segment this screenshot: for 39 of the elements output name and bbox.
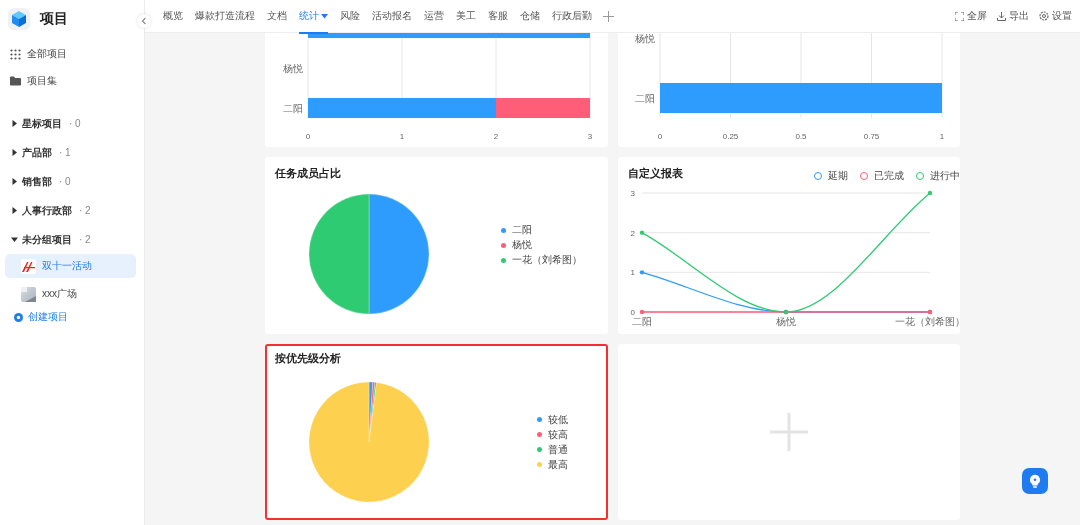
card-title: 自定义报表 bbox=[627, 166, 683, 181]
axis-label: 二阳 bbox=[283, 103, 303, 114]
tick-label: 0.25 bbox=[722, 132, 739, 141]
tick-label: 0.5 bbox=[795, 132, 807, 141]
axis-label: 二阳 bbox=[632, 316, 652, 327]
legend-label: 进行中 bbox=[930, 169, 960, 183]
legend-label: 已完成 bbox=[874, 169, 904, 183]
card-title: 按优先级分析 bbox=[274, 351, 342, 366]
group-count: · 0 bbox=[69, 118, 81, 129]
group-count: · 1 bbox=[59, 147, 71, 158]
tick-label: 0.75 bbox=[863, 132, 880, 141]
legend-label: 延期 bbox=[828, 169, 848, 183]
group-count: · 2 bbox=[79, 234, 91, 245]
legend-label: 二阳 bbox=[512, 223, 532, 237]
axis-label: 一花（刘希图） bbox=[895, 316, 960, 327]
group-count: · 2 bbox=[79, 205, 91, 216]
tick-label: 1 bbox=[939, 132, 945, 141]
group-count: · 0 bbox=[59, 176, 71, 187]
axis-label: 二阳 bbox=[635, 93, 655, 104]
axis-label: 杨悦 bbox=[776, 316, 796, 327]
card-title: 任务成员占比 bbox=[274, 166, 342, 181]
tick-label: 2 bbox=[630, 228, 635, 238]
axis-label: 杨悦 bbox=[283, 63, 303, 74]
legend-label: 较低 bbox=[548, 412, 568, 427]
tick-label: 0 bbox=[305, 132, 311, 141]
tick-label: 1 bbox=[630, 268, 635, 278]
sidebar-title: 项目 bbox=[40, 10, 68, 28]
tick-label: 2 bbox=[493, 132, 499, 141]
axis-label: 杨悦 bbox=[635, 33, 655, 44]
legend-label: 最高 bbox=[548, 457, 568, 472]
tick-label: 3 bbox=[630, 189, 635, 198]
legend-label: 一花（刘希图） bbox=[512, 253, 582, 267]
tick-label: 1 bbox=[399, 132, 405, 141]
tick-label: 0 bbox=[657, 132, 663, 141]
legend-label: 普通 bbox=[548, 442, 568, 457]
legend-label: 杨悦 bbox=[512, 238, 532, 252]
tick-label: 3 bbox=[587, 132, 593, 141]
legend-label: 较高 bbox=[548, 427, 568, 442]
tick-label: 0 bbox=[630, 308, 635, 317]
